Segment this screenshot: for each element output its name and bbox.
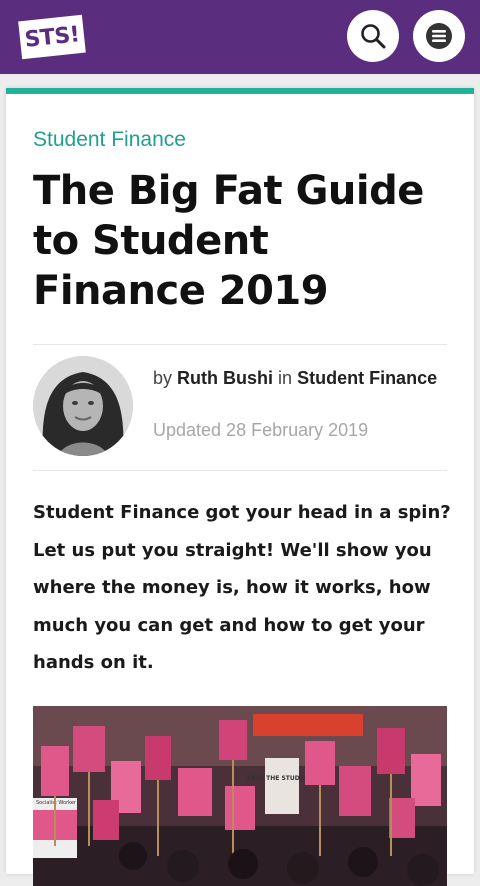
byline: by Ruth Bushi in Student Finance	[153, 364, 453, 393]
byline-in: in	[278, 368, 293, 388]
sign-text: Socialist Worker	[36, 800, 77, 806]
article-intro: Student Finance got your head in a spin?…	[33, 502, 451, 673]
category-link[interactable]: Student Finance	[297, 368, 437, 388]
article-card: Student Finance The Big Fat Guide to Stu…	[6, 88, 474, 886]
byline-by: by	[153, 368, 173, 388]
article-title: The Big Fat Guide to Student Finance 201…	[33, 168, 424, 314]
hamburger-menu-icon	[426, 23, 452, 49]
protest-photo: SAVE THE STUDENTS Socialist Worker	[33, 706, 447, 886]
menu-button[interactable]	[413, 10, 465, 62]
divider	[33, 344, 447, 345]
author-avatar[interactable]	[33, 356, 133, 456]
updated-date: Updated 28 February 2019	[153, 420, 369, 440]
search-icon	[361, 24, 386, 49]
search-button[interactable]	[347, 10, 399, 62]
site-header: STS!	[0, 0, 480, 74]
logo-text: STS!	[23, 21, 81, 53]
site-logo[interactable]: STS!	[18, 14, 86, 60]
author-photo	[33, 356, 133, 456]
divider	[33, 470, 447, 471]
author-link[interactable]: Ruth Bushi	[177, 368, 273, 388]
hero-image: SAVE THE STUDENTS Socialist Worker	[33, 706, 447, 886]
article-category-link[interactable]: Student Finance	[33, 128, 186, 152]
